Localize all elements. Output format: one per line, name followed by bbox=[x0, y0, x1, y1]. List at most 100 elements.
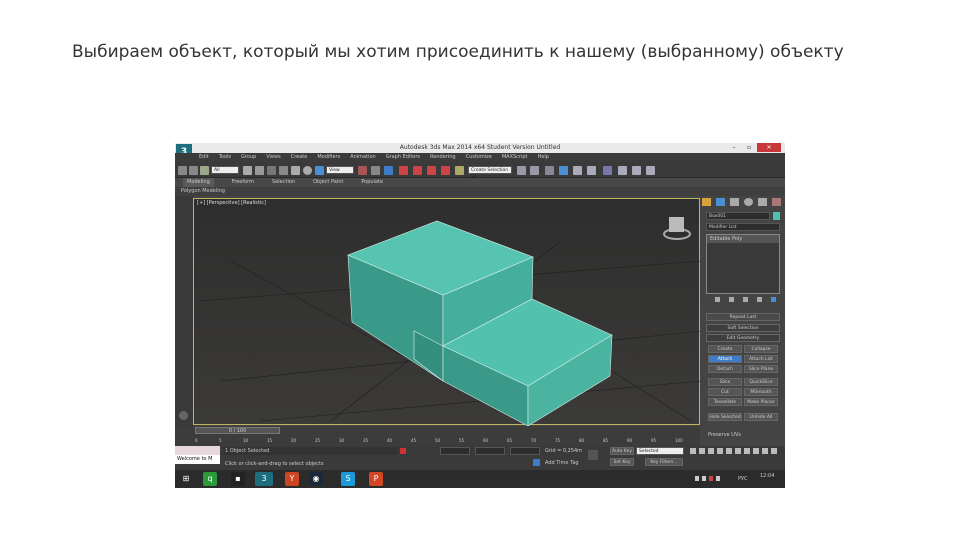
align-icon[interactable] bbox=[530, 166, 539, 175]
button-quickslice[interactable]: QuickSlice bbox=[744, 378, 778, 386]
link-icon[interactable] bbox=[178, 166, 187, 175]
perspective-viewport[interactable]: [+] [Perspective] [Realistic] bbox=[193, 198, 701, 426]
ref-coord-dropdown[interactable]: View bbox=[326, 166, 354, 174]
layer-manager-icon[interactable] bbox=[545, 166, 554, 175]
menu-rendering[interactable]: Rendering bbox=[430, 153, 456, 162]
schematic-view-icon[interactable] bbox=[587, 166, 596, 175]
select-by-name-icon[interactable] bbox=[255, 166, 264, 175]
zoom-all-icon[interactable] bbox=[744, 448, 750, 454]
auto-key-button[interactable]: Auto Key bbox=[610, 447, 634, 455]
minimize-icon[interactable]: – bbox=[727, 143, 741, 152]
rollout-soft-selection[interactable]: Soft Selection bbox=[706, 324, 780, 332]
time-slider[interactable]: 0 / 100 bbox=[195, 427, 280, 434]
maximize-icon[interactable]: ▫ bbox=[742, 143, 756, 152]
render-icon[interactable] bbox=[646, 166, 655, 175]
make-unique-icon[interactable] bbox=[742, 297, 748, 302]
key-filters-button[interactable]: Key Filters... bbox=[645, 458, 683, 466]
z-coord-field[interactable] bbox=[510, 447, 540, 455]
render-setup-icon[interactable] bbox=[618, 166, 627, 175]
pan-icon[interactable] bbox=[753, 448, 759, 454]
3dsmax-taskbar-icon[interactable]: 3 bbox=[255, 472, 273, 486]
configure-sets-icon[interactable] bbox=[770, 297, 776, 302]
button-make-planar[interactable]: Make Planar bbox=[744, 398, 778, 406]
rollout-edit-geometry[interactable]: Edit Geometry bbox=[706, 334, 780, 342]
x-coord-field[interactable] bbox=[440, 447, 470, 455]
volume-icon[interactable] bbox=[716, 476, 720, 481]
yandex-browser-icon[interactable]: Y bbox=[285, 472, 299, 486]
set-key-icon[interactable] bbox=[588, 450, 598, 460]
rendered-frame-icon[interactable] bbox=[632, 166, 641, 175]
tab-freeform[interactable]: Freeform bbox=[232, 178, 254, 187]
button-attach[interactable]: Attach bbox=[708, 355, 742, 363]
bind-space-warp-icon[interactable] bbox=[200, 166, 209, 175]
button-detach[interactable]: Detach bbox=[708, 365, 742, 373]
zoom-icon[interactable] bbox=[735, 448, 741, 454]
viewcube-icon[interactable] bbox=[663, 217, 691, 240]
curve-editor-icon[interactable] bbox=[573, 166, 582, 175]
clock[interactable]: 12:04 bbox=[760, 473, 774, 479]
input-language[interactable]: РУС bbox=[738, 476, 748, 482]
snaps-toggle-icon[interactable] bbox=[399, 166, 408, 175]
button-collapse[interactable]: Collapse bbox=[744, 345, 778, 353]
manipulate-icon[interactable] bbox=[371, 166, 380, 175]
tray-icon[interactable] bbox=[695, 476, 699, 481]
menu-customize[interactable]: Customize bbox=[466, 153, 492, 162]
next-frame-icon[interactable] bbox=[717, 448, 723, 454]
motion-tab-icon[interactable] bbox=[744, 198, 753, 206]
maxscript-listener[interactable]: Welcome to M bbox=[175, 455, 220, 464]
percent-snap-icon[interactable] bbox=[427, 166, 436, 175]
spinner-snap-icon[interactable] bbox=[441, 166, 450, 175]
selection-filter-dropdown[interactable]: All bbox=[211, 166, 239, 174]
material-editor-icon[interactable] bbox=[603, 166, 612, 175]
rotate-icon[interactable] bbox=[303, 166, 312, 175]
close-icon[interactable]: ✕ bbox=[757, 143, 781, 152]
y-coord-field[interactable] bbox=[475, 447, 505, 455]
button-hide-selected[interactable]: Hide Selected bbox=[708, 413, 742, 421]
button-msmooth[interactable]: MSmooth bbox=[744, 388, 778, 396]
select-object-icon[interactable] bbox=[243, 166, 252, 175]
tab-modeling[interactable]: Modeling bbox=[183, 178, 214, 187]
object-color-swatch[interactable] bbox=[773, 212, 780, 220]
graphite-toggle-icon[interactable] bbox=[559, 166, 568, 175]
maximize-viewport-icon[interactable] bbox=[771, 448, 777, 454]
button-slice-plane[interactable]: Slice Plane bbox=[744, 365, 778, 373]
mirror-icon[interactable] bbox=[517, 166, 526, 175]
hierarchy-tab-icon[interactable] bbox=[730, 198, 739, 206]
tab-populate[interactable]: Populate bbox=[361, 178, 383, 187]
menu-help[interactable]: Help bbox=[538, 153, 549, 162]
add-time-tag[interactable]: Add Time Tag bbox=[545, 459, 579, 467]
skype-icon[interactable]: S bbox=[341, 472, 355, 486]
battery-icon[interactable] bbox=[709, 476, 713, 481]
time-tag-icon[interactable] bbox=[533, 459, 540, 466]
button-create[interactable]: Create bbox=[708, 345, 742, 353]
app-green-icon[interactable]: q bbox=[203, 472, 217, 486]
menu-views[interactable]: Views bbox=[266, 153, 280, 162]
window-crossing-icon[interactable] bbox=[279, 166, 288, 175]
button-unhide-all[interactable]: Unhide All bbox=[744, 413, 778, 421]
modify-tab-icon[interactable] bbox=[716, 198, 725, 206]
move-icon[interactable] bbox=[291, 166, 300, 175]
tab-selection[interactable]: Selection bbox=[272, 178, 295, 187]
remove-modifier-icon[interactable] bbox=[756, 297, 762, 302]
powerpoint-icon[interactable]: P bbox=[369, 472, 383, 486]
modifier-list-dropdown[interactable]: Modifier List bbox=[706, 223, 780, 231]
network-icon[interactable] bbox=[702, 476, 706, 481]
menu-group[interactable]: Group bbox=[241, 153, 256, 162]
keyboard-shortcut-icon[interactable] bbox=[384, 166, 393, 175]
display-tab-icon[interactable] bbox=[758, 198, 767, 206]
menu-animation[interactable]: Animation bbox=[350, 153, 376, 162]
angle-snap-icon[interactable] bbox=[413, 166, 422, 175]
windows-start-icon[interactable]: ⊞ bbox=[179, 472, 193, 486]
show-end-result-icon[interactable] bbox=[728, 297, 734, 302]
button-attach-list[interactable]: Attach List bbox=[744, 355, 778, 363]
goto-start-icon[interactable] bbox=[690, 448, 696, 454]
edit-named-selection-icon[interactable] bbox=[455, 166, 464, 175]
key-mode-dropdown[interactable]: Selected bbox=[636, 447, 684, 455]
prev-frame-icon[interactable] bbox=[699, 448, 705, 454]
menu-modifiers[interactable]: Modifiers bbox=[317, 153, 340, 162]
lock-selection-icon[interactable] bbox=[400, 448, 406, 454]
unlink-icon[interactable] bbox=[189, 166, 198, 175]
named-selection-dropdown[interactable]: Create Selection Se bbox=[468, 166, 512, 180]
button-repeat-last[interactable]: Repeat Last bbox=[706, 313, 780, 321]
track-bar[interactable]: 0 5 10 15 20 25 30 35 40 45 50 55 60 65 70 75 80 85 90 95 10… bbox=[195, 435, 683, 445]
